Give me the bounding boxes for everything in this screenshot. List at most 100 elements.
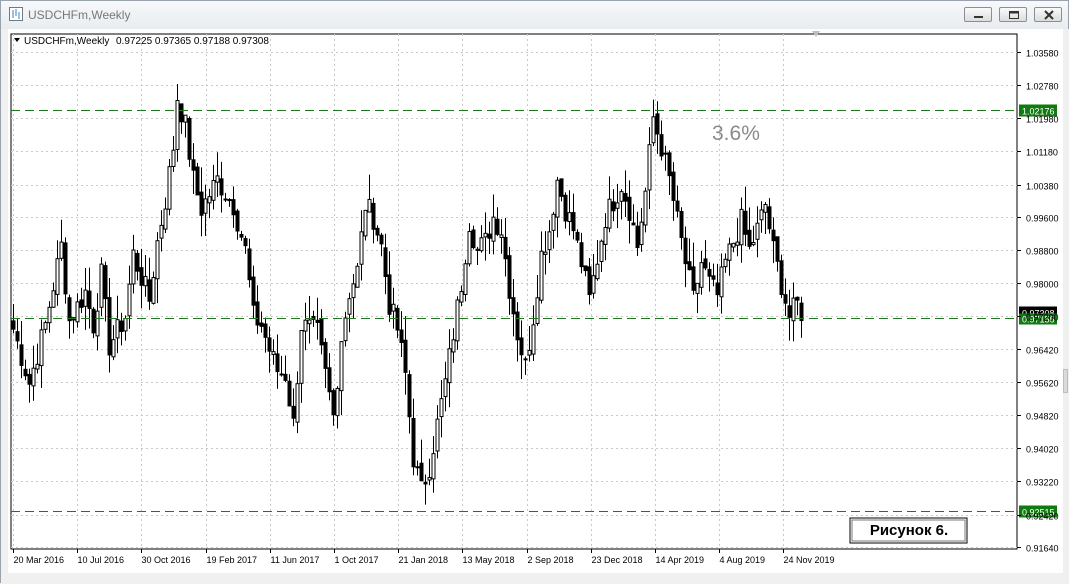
candle-body-bull (451, 339, 456, 353)
candle-body-bear (795, 296, 800, 301)
window-titlebar[interactable]: USDCHFm,Weekly (1, 1, 1068, 29)
candle-body-bull (43, 322, 48, 330)
percent-label: 3.6% (712, 122, 760, 145)
candle-body-bear (663, 152, 668, 155)
candle-body-bull (739, 208, 744, 246)
candle-body-bull (639, 221, 644, 246)
candle-body-bear (135, 252, 140, 272)
candle-body-bull (271, 351, 276, 355)
candle-body-bear (507, 255, 512, 299)
candle-body-bear (675, 200, 680, 212)
price-chart[interactable]: 1.021760.971560.925150.973080.97156 1.03… (8, 29, 1063, 573)
candle-body-bear (679, 210, 684, 238)
candle-body-bull (599, 240, 604, 263)
candle-body-bull (367, 198, 372, 213)
candle-body-bull (651, 116, 656, 144)
candle-body-bear (707, 268, 712, 277)
candle-body-bull (99, 263, 104, 308)
close-button[interactable] (1034, 7, 1062, 22)
candle-body-bear (771, 229, 776, 242)
candle-body-bull (359, 231, 364, 265)
candle-body-bear (399, 329, 404, 343)
candle-body-bull (111, 339, 116, 358)
price-tick-label: 0.99600 (1026, 214, 1059, 224)
candle-body-bear (579, 242, 584, 268)
candle-body-bull (567, 212, 572, 223)
candle-body-bull (151, 277, 156, 304)
chart-ohlc-values: 0.97225 0.97365 0.97188 0.97308 (116, 36, 269, 47)
candle-body-bull (207, 196, 212, 204)
candle-body-bear (103, 265, 108, 300)
price-tick-label: 1.03580 (1026, 49, 1059, 59)
vertical-scrollbar-thumb[interactable] (1063, 369, 1068, 393)
candle-body-bear (659, 134, 664, 157)
restore-button[interactable] (999, 7, 1027, 22)
candle-body-bear (747, 229, 752, 247)
candle-body-bear (559, 178, 564, 197)
candle-body-bull (159, 224, 164, 239)
chart-menu-arrow-icon[interactable] (14, 38, 20, 42)
date-axis: 20 Mar 2016 10 Jul 2016 30 Oct 2016 19 Feb … (13, 549, 835, 565)
candle-body-bear (387, 274, 392, 315)
candle-body-bull (227, 199, 232, 202)
candle-body-bear (423, 481, 428, 485)
candle-body-bear (235, 210, 240, 232)
date-tick-label: 1 Oct 2017 (335, 555, 379, 565)
candle-body-bull (535, 297, 540, 324)
candle-body-bear (495, 218, 500, 235)
candle-body-bear (19, 344, 24, 366)
candle-body-bear (275, 353, 280, 373)
candle-body-bear (655, 113, 660, 135)
price-axis: 1.03580 1.02780 1.01980 1.01180 1.00380 0.996… (1017, 49, 1059, 554)
candle-body-bull (435, 418, 440, 452)
price-tick-label: 1.02780 (1026, 82, 1059, 92)
candle-body-bear (219, 178, 224, 196)
candle-body-bear (319, 318, 324, 346)
candle-body-bear (283, 373, 288, 381)
chart-area[interactable]: 1.021760.971560.925150.973080.97156 1.03… (8, 29, 1063, 573)
candle-body-bull (499, 234, 504, 238)
candle-body-bear (239, 233, 244, 238)
date-tick-label: 14 Apr 2019 (656, 555, 705, 565)
candle-body-bear (255, 301, 260, 326)
candle-body-bear (407, 374, 412, 418)
date-tick-label: 13 May 2018 (463, 555, 515, 565)
candle-body-bear (63, 242, 68, 295)
candle-body-bear (779, 260, 784, 295)
candle-body-bull (759, 209, 764, 221)
vertical-scrollbar[interactable] (1063, 29, 1069, 573)
candle-body-bull (167, 166, 172, 210)
price-tick-label: 0.98000 (1026, 280, 1059, 290)
candle-body-bull (447, 348, 452, 384)
candle-body-bull (699, 262, 704, 288)
candle-body-bull (539, 250, 544, 301)
candle-body-bear (743, 210, 748, 235)
chart-symbol-info: USDCHFm,Weekly (24, 36, 109, 47)
minimize-button[interactable] (964, 7, 992, 22)
date-tick-label: 4 Aug 2019 (720, 555, 766, 565)
candle-body-bull (295, 383, 300, 423)
candle-body-bull (543, 251, 548, 255)
candle-body-bull (791, 297, 796, 322)
candle-body-bull (355, 265, 360, 288)
candle-body-bull (735, 241, 740, 246)
candle-body-bear (487, 233, 492, 239)
candles (11, 84, 804, 505)
candle-body-bull (363, 209, 368, 237)
candle-body-bull (607, 198, 612, 229)
candle-body-bear (575, 231, 580, 241)
candle-body-bear (775, 236, 780, 262)
close-icon (1044, 10, 1054, 20)
candle-body-bull (455, 299, 460, 342)
candle-body-bull (391, 303, 396, 312)
candle-body-bull (47, 306, 52, 324)
candle-body-bear (623, 192, 628, 202)
price-tick-label: 0.91640 (1026, 544, 1059, 554)
candle-body-bull (75, 301, 80, 323)
candle-body-bear (411, 417, 416, 468)
figure-caption: Рисунок 6. (870, 522, 948, 539)
candle-body-bear (371, 202, 376, 230)
date-tick-label: 11 Jun 2017 (271, 555, 320, 565)
candle-body-bear (631, 222, 636, 226)
candle-body-bear (23, 368, 28, 377)
